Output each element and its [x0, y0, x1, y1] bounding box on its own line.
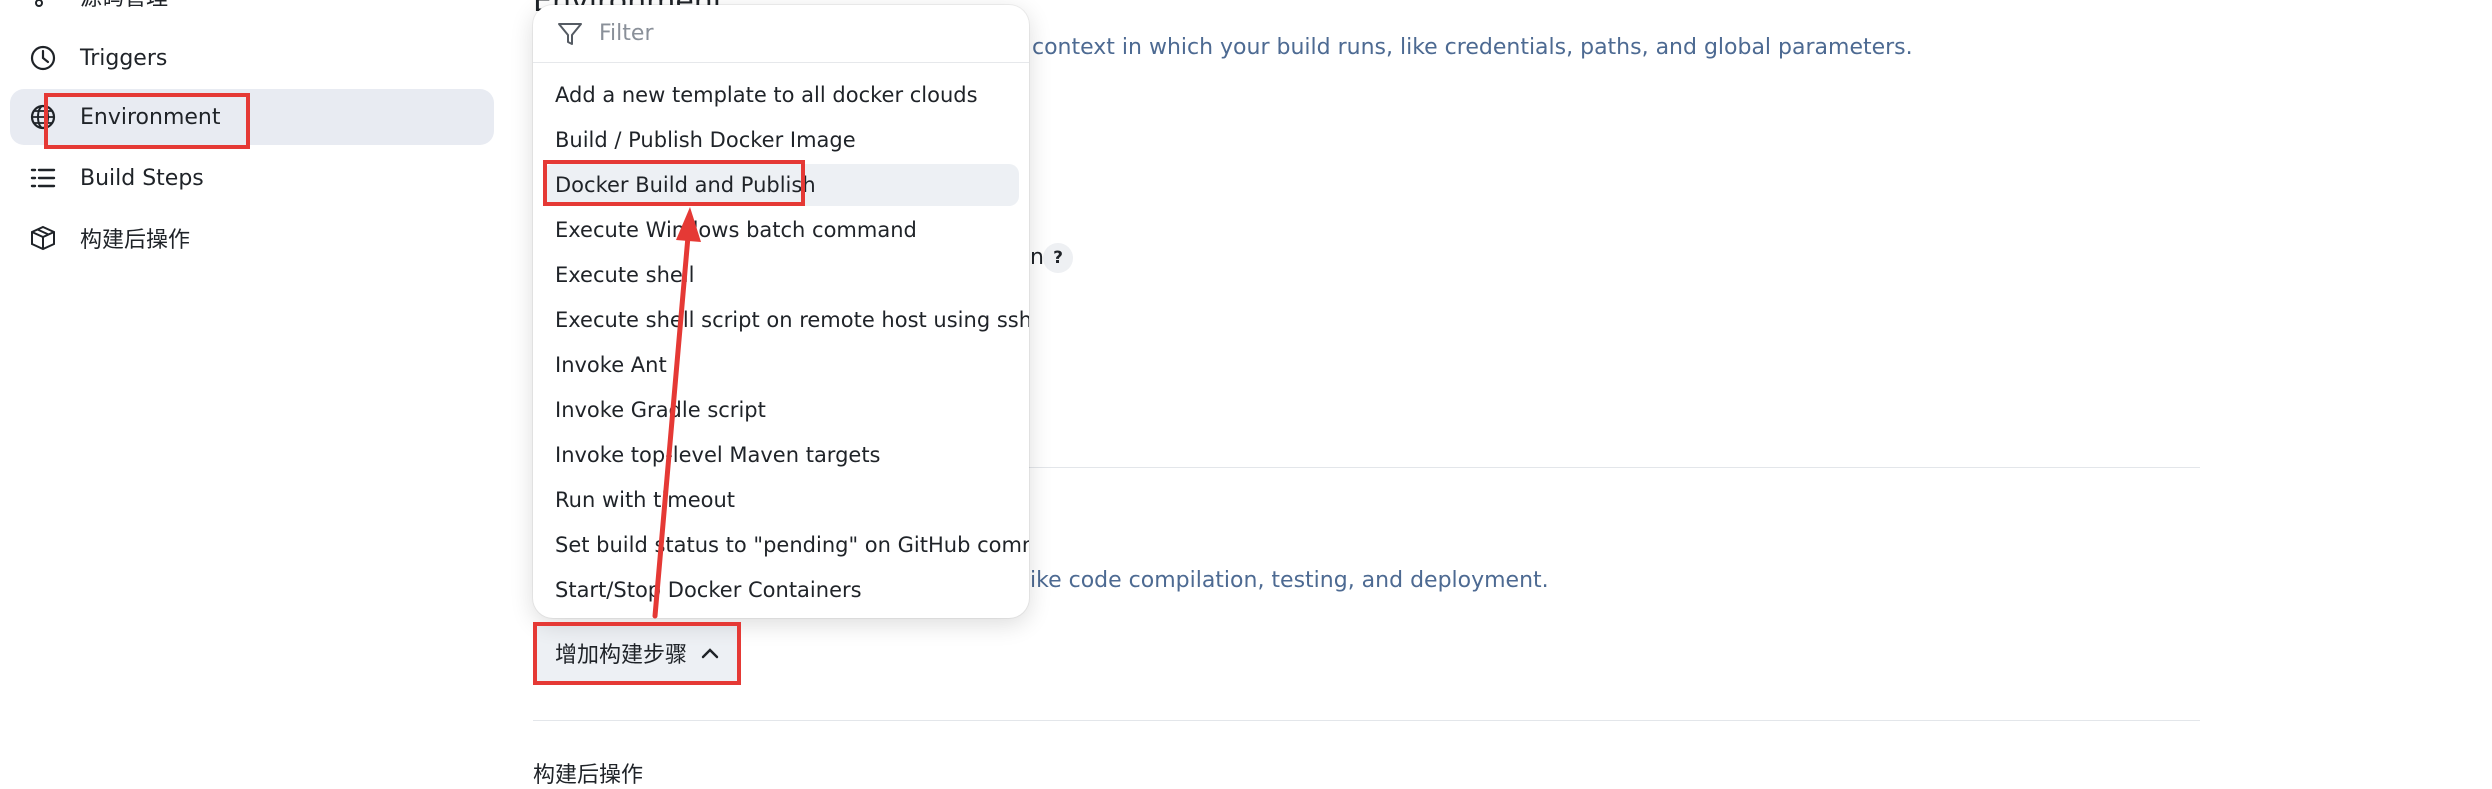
annotation-arrow — [652, 207, 701, 619]
